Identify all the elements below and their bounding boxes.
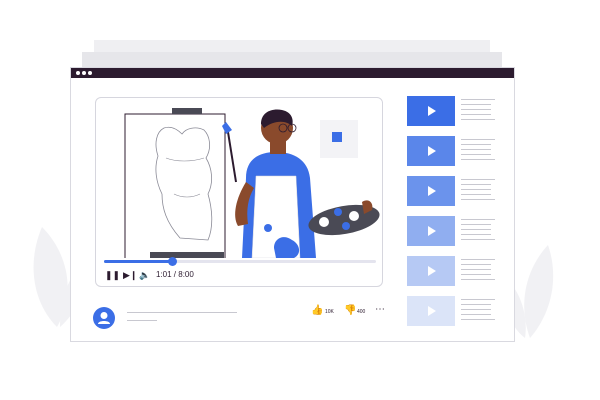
text-line bbox=[461, 279, 495, 280]
text-line bbox=[461, 119, 495, 120]
text-line bbox=[461, 149, 491, 150]
text-line bbox=[461, 114, 491, 115]
like-count: 10K bbox=[325, 309, 334, 315]
window-dot[interactable] bbox=[82, 71, 86, 75]
video-thumbnail[interactable] bbox=[407, 136, 455, 166]
text-line bbox=[461, 139, 495, 140]
play-icon bbox=[428, 306, 436, 316]
text-line bbox=[461, 259, 495, 260]
text-line bbox=[461, 194, 491, 195]
text-line bbox=[461, 184, 491, 185]
video-frame-illustration bbox=[124, 108, 380, 258]
play-icon bbox=[428, 266, 436, 276]
text-line bbox=[461, 264, 491, 265]
channel-name-line bbox=[127, 320, 157, 321]
video-player[interactable]: ❚❚ ▶❙ 🔈 1:01 / 8:00 bbox=[95, 97, 383, 287]
user-icon bbox=[98, 312, 110, 324]
text-line bbox=[461, 179, 495, 180]
video-thumbnail[interactable] bbox=[407, 176, 455, 206]
text-line bbox=[461, 109, 491, 110]
text-line bbox=[461, 274, 491, 275]
progress-bar[interactable] bbox=[104, 257, 376, 266]
dislike-count: 400 bbox=[357, 309, 366, 315]
text-line bbox=[461, 299, 495, 300]
text-line bbox=[461, 269, 491, 270]
text-line bbox=[461, 199, 495, 200]
play-icon bbox=[428, 146, 436, 156]
sidebar-video-item[interactable] bbox=[407, 296, 515, 326]
video-thumbnail[interactable] bbox=[407, 216, 455, 246]
window-dot[interactable] bbox=[76, 71, 80, 75]
sidebar-video-item[interactable] bbox=[407, 176, 515, 206]
more-icon[interactable]: ⋯ bbox=[375, 304, 386, 315]
text-line bbox=[461, 144, 491, 145]
window-dot[interactable] bbox=[88, 71, 92, 75]
text-line bbox=[461, 154, 491, 155]
sidebar-video-item[interactable] bbox=[407, 136, 515, 166]
text-line bbox=[461, 224, 491, 225]
video-thumbnail[interactable] bbox=[407, 256, 455, 286]
text-line bbox=[461, 314, 491, 315]
dislike-icon[interactable]: 👎 bbox=[344, 305, 356, 316]
text-line bbox=[461, 219, 495, 220]
text-line bbox=[461, 104, 491, 105]
text-line bbox=[461, 234, 491, 235]
text-line bbox=[461, 99, 495, 100]
like-icon[interactable]: 👍 bbox=[311, 305, 323, 316]
sidebar-video-item[interactable] bbox=[407, 96, 515, 126]
progress-scrubber[interactable] bbox=[168, 257, 177, 266]
text-line bbox=[461, 319, 495, 320]
pause-icon[interactable]: ❚❚ bbox=[105, 270, 120, 280]
channel-avatar[interactable] bbox=[93, 307, 115, 329]
text-line bbox=[461, 309, 491, 310]
text-line bbox=[461, 239, 495, 240]
sidebar-video-item[interactable] bbox=[407, 256, 515, 286]
text-line bbox=[461, 229, 491, 230]
play-icon bbox=[428, 226, 436, 236]
window-titlebar bbox=[71, 68, 514, 78]
play-icon bbox=[428, 186, 436, 196]
video-thumbnail[interactable] bbox=[407, 296, 455, 326]
play-icon bbox=[428, 106, 436, 116]
text-line bbox=[461, 159, 495, 160]
skip-next-icon[interactable]: ▶❙ bbox=[123, 270, 137, 280]
time-display: 1:01 / 8:00 bbox=[156, 270, 194, 279]
text-line bbox=[461, 189, 491, 190]
progress-fill bbox=[104, 260, 172, 263]
video-title-line bbox=[127, 312, 237, 313]
video-thumbnail[interactable] bbox=[407, 96, 455, 126]
sidebar-video-item[interactable] bbox=[407, 216, 515, 246]
text-line bbox=[461, 304, 491, 305]
browser-window: ❚❚ ▶❙ 🔈 1:01 / 8:00 👍 10K 👎 400 ⋯ bbox=[70, 67, 515, 342]
volume-icon[interactable]: 🔈 bbox=[139, 270, 150, 280]
player-controls: ❚❚ ▶❙ 🔈 1:01 / 8:00 bbox=[96, 252, 382, 286]
